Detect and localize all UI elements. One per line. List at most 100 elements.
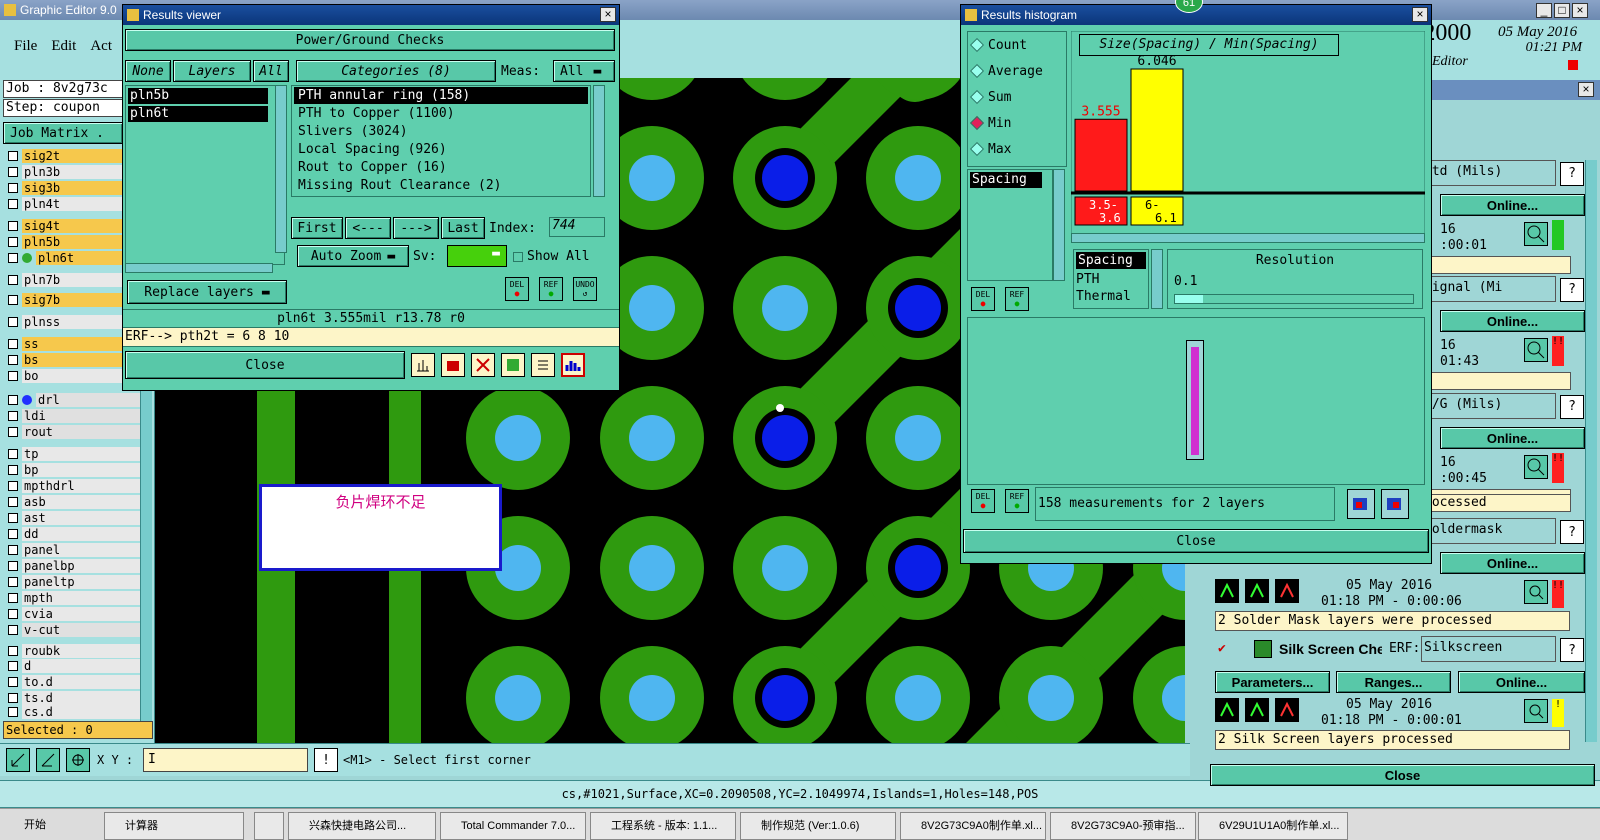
delete-all-icon[interactable] xyxy=(471,353,495,377)
silk-online-button[interactable]: Online... xyxy=(1458,671,1585,693)
parameters-button[interactable]: Parameters... xyxy=(1215,671,1330,693)
layer-row[interactable]: ts.d xyxy=(8,690,150,705)
histogram-bar[interactable] xyxy=(1074,118,1128,192)
checkbox-icon[interactable] xyxy=(8,354,18,365)
stat-radio[interactable]: Sum xyxy=(968,84,1066,110)
scrollbar[interactable] xyxy=(125,263,273,273)
checklist-close-icon[interactable]: × xyxy=(1578,82,1594,97)
job-matrix-button[interactable]: Job Matrix . xyxy=(3,122,123,144)
show-all-toggle[interactable]: Show All xyxy=(513,249,590,264)
checkbox-icon[interactable] xyxy=(8,166,18,177)
checkbox-icon[interactable] xyxy=(8,496,18,507)
checkbox-icon[interactable] xyxy=(8,220,18,231)
layer-row[interactable]: panelbp xyxy=(8,558,150,573)
menu-file[interactable]: File xyxy=(14,38,37,55)
category-item[interactable]: Missing Rout Clearance (2) xyxy=(294,177,588,194)
checklist-scrollbar[interactable] xyxy=(1585,160,1597,742)
checkbox-icon[interactable] xyxy=(8,480,18,491)
check-erf[interactable]: P/G (Mils) xyxy=(1421,393,1556,419)
checkbox-icon[interactable] xyxy=(8,236,18,247)
measure-icon[interactable] xyxy=(36,748,60,772)
start-button[interactable]: 开始 xyxy=(2,812,62,840)
maximize-icon[interactable]: □ xyxy=(1554,3,1570,18)
checkbox-icon[interactable] xyxy=(8,252,18,263)
stat-radio[interactable]: Count xyxy=(968,32,1066,58)
taskbar-item[interactable] xyxy=(254,812,284,840)
layer-row[interactable]: paneltp xyxy=(8,574,150,589)
checkbox-icon[interactable] xyxy=(8,624,18,635)
index-input[interactable]: 744 xyxy=(549,217,605,237)
layer-item[interactable]: pln6t xyxy=(128,106,268,122)
del-icon[interactable]: DEL ● xyxy=(971,489,995,513)
layer-row[interactable]: mpthdrl xyxy=(8,478,150,493)
check-erf[interactable]: signal (Mi xyxy=(1421,276,1556,302)
meas-select[interactable]: All ▬ xyxy=(553,60,615,82)
run-icon[interactable] xyxy=(1215,579,1239,603)
checkbox-icon[interactable] xyxy=(8,410,18,421)
taskbar-item[interactable]: 6V29U1U1A0制作单.xl... xyxy=(1198,812,1348,840)
type-item[interactable]: PTH xyxy=(1074,271,1148,288)
taskbar-item[interactable]: 兴森快捷电路公司... xyxy=(288,812,436,840)
checkbox-icon[interactable] xyxy=(8,464,18,475)
layer-row[interactable]: d xyxy=(8,658,150,673)
category-item[interactable]: Slivers (3024) xyxy=(294,123,588,140)
ref-icon[interactable]: REF ● xyxy=(539,277,563,301)
layer-row[interactable]: bp xyxy=(8,462,150,477)
soldermask-online-button[interactable]: Online... xyxy=(1440,552,1585,574)
radio-icon[interactable] xyxy=(969,63,985,79)
checkbox-icon[interactable] xyxy=(8,294,18,305)
stat-radio[interactable]: Max xyxy=(968,136,1066,162)
category-item[interactable]: Local Spacing (926) xyxy=(294,141,588,158)
layer-row[interactable]: drl xyxy=(8,392,150,407)
silk-erf[interactable]: Silkscreen xyxy=(1421,636,1556,662)
export-icon[interactable] xyxy=(441,353,465,377)
sv-select[interactable]: ▬ xyxy=(447,245,507,267)
help-icon[interactable]: ? xyxy=(1560,520,1584,544)
categories-button[interactable]: Categories (8) xyxy=(296,60,496,82)
run-icon[interactable] xyxy=(1215,698,1239,722)
run-icon[interactable] xyxy=(1275,698,1299,722)
checkbox-icon[interactable] xyxy=(513,251,523,262)
help-icon[interactable]: ? xyxy=(1560,162,1584,186)
category-item[interactable]: Rout to Copper (16) xyxy=(294,159,588,176)
viewer-close-button[interactable]: Close xyxy=(125,351,405,379)
all-button[interactable]: All xyxy=(253,60,289,82)
online-button[interactable]: Online... xyxy=(1440,194,1585,216)
checkbox-icon[interactable] xyxy=(8,560,18,571)
layer-row[interactable]: mpth xyxy=(8,590,150,605)
help-icon[interactable]: ? xyxy=(1560,395,1584,419)
xy-input[interactable]: I xyxy=(143,748,308,772)
checkbox-icon[interactable] xyxy=(8,512,18,523)
layers-button[interactable]: Layers xyxy=(173,60,251,82)
layer-row[interactable]: dd xyxy=(8,526,150,541)
layer-row[interactable]: to.d xyxy=(8,674,150,689)
checkbox-icon[interactable] xyxy=(8,338,18,349)
checkbox-icon[interactable] xyxy=(8,370,18,381)
checkbox-icon[interactable]: ✔ xyxy=(1218,641,1232,656)
checkbox-icon[interactable] xyxy=(8,150,18,161)
range-bar[interactable] xyxy=(1186,340,1204,460)
help-icon[interactable]: ? xyxy=(1560,638,1584,662)
checkbox-icon[interactable] xyxy=(8,448,18,459)
undo-icon[interactable]: UNDO ↺ xyxy=(573,277,597,301)
ranges-button[interactable]: Ranges... xyxy=(1336,671,1451,693)
checkbox-icon[interactable] xyxy=(8,182,18,193)
spacing-item[interactable]: Spacing xyxy=(970,172,1042,188)
checkbox-icon[interactable] xyxy=(8,645,18,656)
del-icon[interactable]: DEL ● xyxy=(505,277,529,301)
report-icon[interactable] xyxy=(501,353,525,377)
zoom-area-icon[interactable] xyxy=(6,748,30,772)
ref-icon[interactable]: REF ● xyxy=(1005,287,1029,311)
checkbox-icon[interactable] xyxy=(8,274,18,285)
stat-radio[interactable]: Average xyxy=(968,58,1066,84)
run-icon[interactable] xyxy=(1245,579,1269,603)
radio-icon[interactable] xyxy=(969,115,985,131)
menu-act[interactable]: Act xyxy=(90,38,112,55)
checkbox-icon[interactable] xyxy=(8,592,18,603)
checkbox-icon[interactable] xyxy=(8,676,18,687)
layer-row[interactable]: asb xyxy=(8,494,150,509)
online-button[interactable]: Online... xyxy=(1440,310,1585,332)
radio-icon[interactable] xyxy=(969,37,985,53)
zoom-icon[interactable] xyxy=(1524,338,1548,362)
radio-icon[interactable] xyxy=(969,89,985,105)
